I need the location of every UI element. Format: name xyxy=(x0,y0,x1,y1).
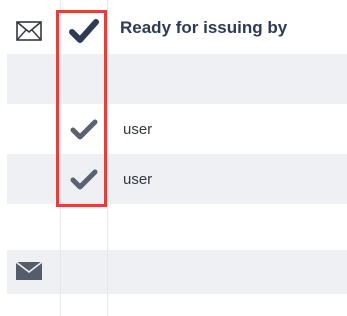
issuing-table: Ready for issuing by user user xyxy=(0,0,347,316)
checkmark-icon[interactable] xyxy=(64,14,104,48)
column-divider xyxy=(60,0,61,316)
checkmark-icon[interactable] xyxy=(64,162,104,196)
table-row[interactable] xyxy=(7,104,347,154)
table-row[interactable] xyxy=(7,54,347,104)
issuer-user-name: user xyxy=(123,120,153,138)
issuer-user-name: user xyxy=(123,170,153,188)
checkmark-icon[interactable] xyxy=(64,112,104,146)
column-divider xyxy=(107,0,108,316)
column-header-ready-for-issuing[interactable]: Ready for issuing by xyxy=(120,8,287,48)
envelope-outline-icon[interactable] xyxy=(12,14,46,48)
table-row[interactable] xyxy=(7,250,347,294)
envelope-filled-icon[interactable] xyxy=(12,256,46,286)
table-row xyxy=(7,294,347,316)
table-row[interactable] xyxy=(7,204,347,250)
table-row[interactable] xyxy=(7,154,347,204)
